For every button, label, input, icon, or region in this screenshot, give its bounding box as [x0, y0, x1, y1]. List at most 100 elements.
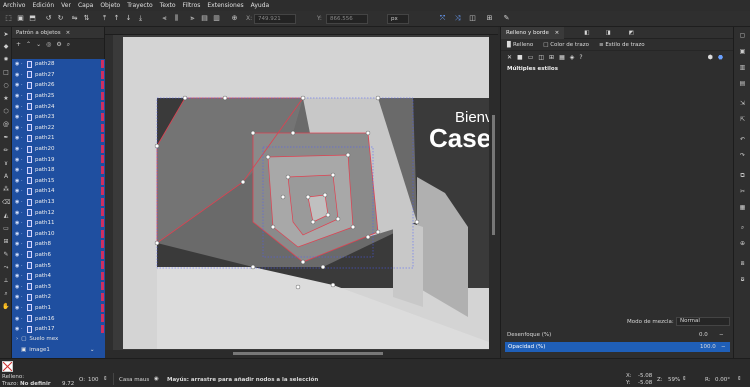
menu-ver[interactable]: Ver [61, 2, 71, 9]
zoom-value[interactable]: 59% [668, 377, 680, 383]
menu-ayuda[interactable]: Ayuda [251, 2, 270, 9]
import-icon[interactable]: ⇲ [738, 99, 747, 108]
layer-name[interactable]: Casa maus [119, 377, 149, 383]
subtab-fill[interactable]: ▉ Relleno [507, 42, 533, 48]
rect-tool-icon[interactable]: □ [2, 69, 10, 77]
menu-texto[interactable]: Texto [160, 2, 176, 9]
calligraphy-tool-icon[interactable]: ɤ [2, 160, 10, 168]
tweak-tool-icon[interactable]: ✸ [2, 56, 10, 64]
chevron-right-icon[interactable]: › [16, 336, 18, 342]
stroke-width[interactable]: 9.72 [62, 381, 74, 387]
close-icon[interactable]: × [555, 30, 560, 36]
transform-corners-icon[interactable]: ⤨ [453, 14, 462, 23]
undo-icon[interactable]: ↶ [738, 135, 747, 144]
list-item[interactable]: ▣ image1 ⌄ [12, 344, 105, 355]
raise-icon[interactable]: ↑ [112, 14, 121, 23]
open-icon[interactable]: ▣ [738, 47, 747, 56]
vertical-scroll-thumb[interactable] [492, 115, 495, 235]
y-field[interactable]: 866.556 [326, 14, 368, 24]
list-item[interactable]: ◉ · path14 [12, 186, 105, 197]
menu-objeto[interactable]: Objeto [100, 2, 120, 9]
list-item[interactable]: ◉ · path8 [12, 239, 105, 250]
node-tool-icon[interactable]: ◆ [2, 43, 10, 51]
canvas[interactable]: Bienv Case [113, 35, 498, 350]
chevron-down-icon[interactable]: ⌄ [90, 347, 95, 353]
text-panel-icon[interactable]: ◩ [629, 30, 634, 36]
align-center-icon[interactable]: ⫼ [172, 14, 181, 23]
selector-tool-icon[interactable]: ➤ [2, 31, 10, 39]
save-icon[interactable]: ▥ [738, 63, 747, 72]
list-item[interactable]: ◉ · path16 [12, 313, 105, 324]
stroke-value[interactable]: No definir [20, 381, 51, 387]
list-item[interactable]: ◉ · path21 [12, 133, 105, 144]
menu-extensiones[interactable]: Extensiones [207, 2, 243, 9]
zoom-tool-icon[interactable]: ⌕ [2, 290, 10, 298]
raise-top-icon[interactable]: ⤒ [100, 14, 109, 23]
measure-tool-icon[interactable]: ⟂ [2, 277, 10, 285]
list-item[interactable]: ◉ · path12 [12, 207, 105, 218]
rotate-ccw-icon[interactable]: ↺ [44, 14, 53, 23]
redo-icon[interactable]: ↷ [738, 151, 747, 160]
eye-icon[interactable]: ◉ [154, 376, 159, 382]
fill-indicator[interactable] [2, 361, 13, 372]
dropper-tool-icon[interactable]: ✎ [2, 251, 10, 259]
horizontal-scroll-thumb[interactable] [233, 352, 383, 355]
cut-icon[interactable]: ✂ [738, 187, 747, 196]
opacity-row[interactable]: Opacidad (%) 100.0 − [505, 342, 730, 352]
vertical-scrollbar[interactable] [489, 35, 498, 350]
zoom-page-icon[interactable]: ⊕ [738, 239, 747, 248]
select-all-icon[interactable]: ⬚ [4, 14, 13, 23]
fill-rule-evenodd-icon[interactable]: ⬢ [708, 54, 713, 61]
print-icon[interactable]: ▤ [738, 79, 747, 88]
list-item[interactable]: ◉ · path15 [12, 176, 105, 187]
rotate-cw-icon[interactable]: ↻ [56, 14, 65, 23]
blur-value[interactable]: 0.0 [699, 332, 708, 338]
list-item[interactable]: › ▢ Suelo mex [12, 333, 105, 344]
list-item[interactable]: ◉ · path13 [12, 197, 105, 208]
zoom-stepper-icon[interactable]: ⇕ [682, 376, 687, 382]
bucket-tool-icon[interactable]: ◭ [2, 212, 10, 220]
flip-vertical-icon[interactable]: ⇅ [82, 14, 91, 23]
menu-archivo[interactable]: Archivo [3, 2, 25, 9]
lower-icon[interactable]: ↓ [124, 14, 133, 23]
opacity-status-value[interactable]: 100 [88, 377, 99, 383]
subtab-stroke-style[interactable]: ≡ Estilo de trazo [599, 42, 645, 48]
paste-icon[interactable]: ▦ [738, 203, 747, 212]
list-item[interactable]: ◉ · path26 [12, 80, 105, 91]
mesh-tool-icon[interactable]: ⊞ [2, 238, 10, 246]
move-up-icon[interactable]: ⌃ [26, 41, 31, 48]
add-layer-icon[interactable]: + [16, 41, 21, 48]
list-item[interactable]: ◉ · path18 [12, 165, 105, 176]
transform-stroke-icon[interactable]: ⤧ [438, 14, 447, 23]
minus-icon[interactable]: − [719, 332, 724, 338]
star-tool-icon[interactable]: ★ [2, 95, 10, 103]
lock-icon[interactable]: ⊕ [230, 14, 239, 23]
transform-panel-icon[interactable]: ◨ [605, 30, 610, 36]
list-item[interactable]: ◉ · path25 [12, 91, 105, 102]
blend-select[interactable]: Normal [676, 317, 730, 326]
move-down-icon[interactable]: ⌄ [36, 41, 41, 48]
list-item[interactable]: ◉ · path24 [12, 101, 105, 112]
search-icon[interactable]: ⌕ [67, 41, 70, 49]
rotation-value[interactable]: 0.00° [715, 377, 730, 383]
select-in-layers-icon[interactable]: ▣ [16, 14, 25, 23]
tab-fill-stroke[interactable]: Relleno y borde × [501, 26, 565, 39]
eraser-tool-icon[interactable]: ⌫ [2, 199, 10, 207]
list-item[interactable]: ◉ · path28 [12, 59, 105, 70]
list-item[interactable]: ◉ · path2 [12, 292, 105, 303]
copy-icon[interactable]: ⧉ [738, 171, 747, 180]
menu-edicion[interactable]: Edición [32, 2, 54, 9]
visibility-icon[interactable]: ◎ [46, 41, 51, 48]
settings-icon[interactable]: ⚙ [56, 41, 61, 48]
x-field[interactable]: 749.921 [254, 14, 296, 24]
fill-rule-nonzero-icon[interactable]: ⬣ [718, 54, 723, 61]
minus-icon[interactable]: − [721, 344, 726, 350]
box3d-tool-icon[interactable]: ⬡ [2, 108, 10, 116]
list-item[interactable]: ◉ · path4 [12, 271, 105, 282]
list-item[interactable]: ◉ · path19 [12, 154, 105, 165]
list-item[interactable]: ◉ · path6 [12, 250, 105, 261]
menu-trayecto[interactable]: Trayecto [127, 2, 153, 9]
unset-icon[interactable]: ? [579, 54, 582, 61]
list-item[interactable]: ◉ · path22 [12, 123, 105, 134]
list-item[interactable]: ◉ · path5 [12, 260, 105, 271]
